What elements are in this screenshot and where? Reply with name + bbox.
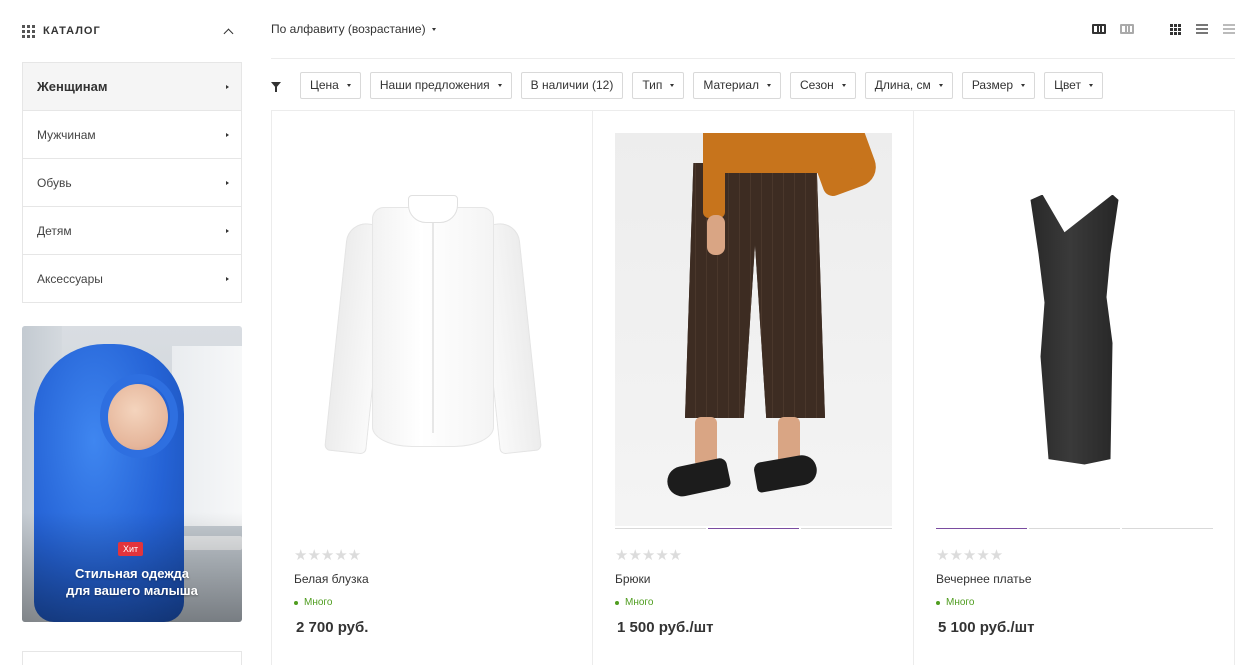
image-slider-indicator[interactable] xyxy=(615,528,892,529)
catalog-header[interactable]: КАТАЛОГ xyxy=(22,0,242,62)
promo-banner[interactable]: Хит Стильная одежда для вашего малыша xyxy=(22,326,242,622)
menu-item-shoes[interactable]: Обувь xyxy=(23,158,241,206)
menu-item-label: Аксессуары xyxy=(37,271,103,286)
view-list-icon[interactable] xyxy=(1196,24,1208,34)
filter-bar: Цена Наши предложения В наличии (12) Тип… xyxy=(271,59,1235,111)
product-price: 1 500 руб./шт xyxy=(617,619,714,636)
catalog-menu: Женщинам Мужчинам Обувь Детям Аксессуары xyxy=(22,62,242,303)
filter-label: Материал xyxy=(703,78,759,92)
stock-dot-icon xyxy=(615,600,619,605)
arrow-right-icon xyxy=(226,228,229,233)
sort-label: По алфавиту (возрастание) xyxy=(271,22,426,36)
product-grid: ★★★★★ Белая блузка Много 2 700 руб. ★★★★… xyxy=(271,110,1235,665)
stock-status: Много xyxy=(294,597,332,608)
product-image[interactable] xyxy=(615,133,892,526)
caret-down-icon xyxy=(767,83,771,87)
product-card[interactable]: ★★★★★ Брюки Много 1 500 руб./шт xyxy=(592,111,913,665)
sidebar: КАТАЛОГ Женщинам Мужчинам Обувь Детям Ак… xyxy=(22,0,242,665)
white-blouse-image xyxy=(323,194,542,465)
caret-down-icon xyxy=(1021,83,1026,87)
filter-size[interactable]: Размер xyxy=(961,71,1036,99)
stock-label: Много xyxy=(625,597,654,608)
filter-label: Сезон xyxy=(800,78,834,92)
filter-label: Размер xyxy=(971,78,1014,92)
caret-down-icon xyxy=(670,83,675,87)
catalog-main: По алфавиту (возрастание) Цена Наши пред… xyxy=(271,0,1235,665)
caret-down-icon xyxy=(431,27,436,31)
filter-label: В наличии (12) xyxy=(530,78,614,92)
hit-badge: Хит xyxy=(118,542,144,556)
filter-color[interactable]: Цвет xyxy=(1044,71,1103,99)
sort-dropdown[interactable]: По алфавиту (возрастание) xyxy=(271,22,436,36)
product-card[interactable]: ★★★★★ Вечернее платье Много 5 100 руб./ш… xyxy=(913,111,1234,665)
stock-status: Много xyxy=(615,597,653,608)
chevron-up-icon[interactable] xyxy=(223,28,234,38)
product-price: 2 700 руб. xyxy=(296,619,369,636)
filter-offers[interactable]: Наши предложения xyxy=(369,71,512,99)
product-card[interactable]: ★★★★★ Белая блузка Много 2 700 руб. xyxy=(272,111,592,665)
arrow-right-icon xyxy=(226,276,229,281)
product-image[interactable] xyxy=(294,133,571,526)
stock-label: Много xyxy=(946,597,975,608)
stock-dot-icon xyxy=(294,600,298,605)
menu-item-label: Мужчинам xyxy=(37,127,96,142)
stock-label: Много xyxy=(304,597,333,608)
product-image[interactable] xyxy=(936,133,1213,526)
menu-item-label: Детям xyxy=(37,223,72,238)
rating-stars: ★★★★★ xyxy=(294,547,362,564)
banner-line-1: Стильная одежда xyxy=(74,566,190,581)
menu-item-label: Обувь xyxy=(37,175,72,190)
product-price: 5 100 руб./шт xyxy=(938,619,1035,636)
baby-face xyxy=(108,384,168,450)
image-slider-indicator[interactable] xyxy=(936,528,1213,529)
product-name[interactable]: Белая блузка xyxy=(294,572,369,586)
caret-down-icon xyxy=(1088,83,1093,87)
rating-stars: ★★★★★ xyxy=(936,547,1004,564)
evening-dress-image xyxy=(1025,194,1125,465)
filter-label: Цена xyxy=(310,78,339,92)
view-compact-cards-icon[interactable] xyxy=(1120,24,1134,34)
banner-line-2: для вашего малыша xyxy=(66,583,198,598)
sidebar-next-block xyxy=(22,651,242,665)
banner-caption: Стильная одежда для вашего малыша xyxy=(22,565,242,599)
caret-down-icon xyxy=(346,83,351,87)
view-tiles-icon[interactable] xyxy=(1170,23,1181,35)
rating-stars: ★★★★★ xyxy=(615,547,683,564)
filter-label: Тип xyxy=(642,78,663,92)
filter-in-stock[interactable]: В наличии (12) xyxy=(520,71,624,99)
arrow-right-icon xyxy=(226,132,229,137)
filter-length[interactable]: Длина, см xyxy=(864,71,953,99)
filter-material[interactable]: Материал xyxy=(693,71,781,99)
filter-price[interactable]: Цена xyxy=(300,71,361,99)
caret-down-icon xyxy=(841,83,846,87)
filter-season[interactable]: Сезон xyxy=(790,71,856,99)
view-large-cards-icon[interactable] xyxy=(1092,24,1106,34)
toolbar: По алфавиту (возрастание) xyxy=(271,0,1235,59)
view-switcher xyxy=(1078,23,1235,35)
trousers-image xyxy=(615,133,892,526)
filter-type[interactable]: Тип xyxy=(632,71,685,99)
menu-item-kids[interactable]: Детям xyxy=(23,206,241,254)
menu-item-men[interactable]: Мужчинам xyxy=(23,110,241,158)
caret-down-icon xyxy=(938,83,943,87)
product-name[interactable]: Брюки xyxy=(615,572,651,586)
menu-item-women[interactable]: Женщинам xyxy=(23,63,241,110)
arrow-right-icon xyxy=(226,84,229,89)
filter-label: Наши предложения xyxy=(379,78,490,92)
stock-status: Много xyxy=(936,597,974,608)
catalog-title: КАТАЛОГ xyxy=(43,25,101,37)
caret-down-icon xyxy=(497,83,502,87)
filter-label: Цвет xyxy=(1054,78,1081,92)
filter-label: Длина, см xyxy=(874,78,931,92)
grid-menu-icon xyxy=(22,24,35,38)
filter-icon[interactable] xyxy=(271,82,281,92)
product-name[interactable]: Вечернее платье xyxy=(936,572,1032,586)
view-table-icon[interactable] xyxy=(1223,24,1235,34)
stock-dot-icon xyxy=(936,600,940,605)
arrow-right-icon xyxy=(226,180,229,185)
menu-item-label: Женщинам xyxy=(37,79,108,94)
menu-item-accessories[interactable]: Аксессуары xyxy=(23,254,241,302)
